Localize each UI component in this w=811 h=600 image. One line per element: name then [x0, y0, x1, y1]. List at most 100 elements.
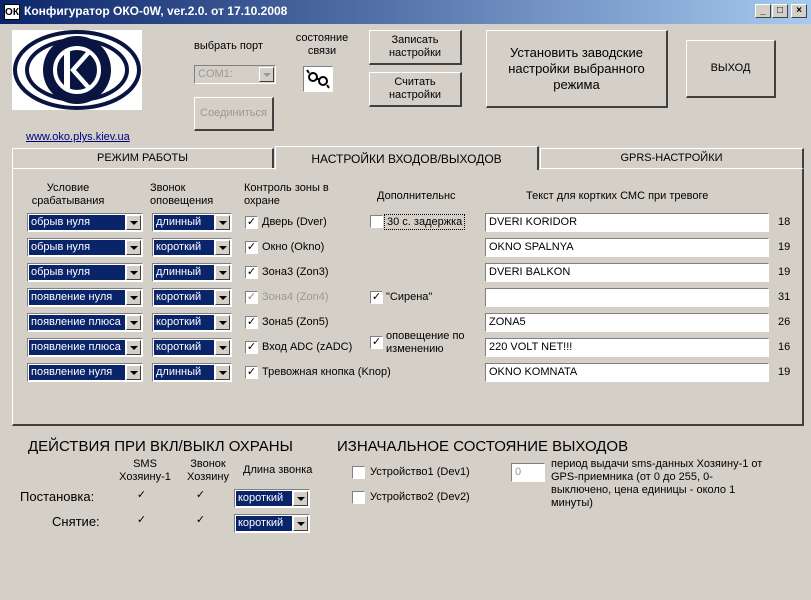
app-icon[interactable]: ОК	[4, 4, 20, 20]
condition-select[interactable]: обрыв нуля	[27, 238, 143, 257]
chevron-down-icon[interactable]	[215, 340, 230, 355]
arm-call-length-value: короткий	[236, 491, 292, 506]
condition-select-value: появление нуля	[29, 290, 125, 305]
zone-checkbox[interactable]	[245, 216, 258, 229]
zone-label: Зона4 (Zon4)	[262, 291, 329, 303]
sms-char-count: 16	[778, 341, 791, 353]
chevron-down-icon[interactable]	[215, 215, 230, 230]
minimize-button[interactable]: _	[755, 4, 771, 18]
header-extra: Дополнительнс	[377, 190, 456, 202]
condition-select-value: обрыв нуля	[29, 215, 125, 230]
maximize-button[interactable]: □	[772, 4, 788, 18]
factory-reset-button[interactable]: Установить заводские настройки выбранног…	[486, 30, 668, 108]
gps-period-input[interactable]: 0	[511, 463, 545, 482]
exit-button[interactable]: ВЫХОД	[686, 40, 776, 98]
sms-text-input[interactable]: OKNO KOMNATA	[485, 363, 769, 382]
chevron-down-icon[interactable]	[293, 491, 308, 506]
sms-text-input[interactable]	[485, 288, 769, 307]
chevron-down-icon[interactable]	[126, 290, 141, 305]
arm-sms-checkbox[interactable]	[135, 490, 148, 503]
sms-text-input[interactable]: 220 VOLT NET!!!	[485, 338, 769, 357]
condition-select[interactable]: появление нуля	[27, 288, 143, 307]
website-link[interactable]: www.oko.plys.kiev.ua	[26, 131, 130, 143]
header-zone: Контроль зоны в охране	[244, 182, 329, 207]
chevron-down-icon[interactable]	[126, 215, 141, 230]
zone-checkbox[interactable]	[245, 266, 258, 279]
arm-call-checkbox[interactable]	[194, 490, 207, 503]
call-select-value: короткий	[154, 290, 214, 305]
zone-label: Дверь (Dver)	[262, 216, 327, 228]
sms-char-count: 19	[778, 241, 791, 253]
sms-text-input[interactable]: ZONA5	[485, 313, 769, 332]
siren-checkbox[interactable]	[370, 291, 383, 304]
zone-checkbox[interactable]	[245, 341, 258, 354]
call-select-value: короткий	[154, 315, 214, 330]
disarm-sms-checkbox[interactable]	[135, 515, 148, 528]
tab-gprs[interactable]: GPRS-НАСТРОЙКИ	[540, 148, 804, 168]
zone-checkbox[interactable]	[245, 291, 258, 304]
notify-change-checkbox[interactable]	[370, 336, 383, 349]
device2-label: Устройство2 (Dev2)	[370, 491, 470, 503]
condition-select-value: обрыв нуля	[29, 240, 125, 255]
device1-checkbox[interactable]	[352, 466, 365, 479]
call-select[interactable]: короткий	[152, 338, 232, 357]
call-select[interactable]: короткий	[152, 313, 232, 332]
chevron-down-icon[interactable]	[293, 516, 308, 531]
device1-label: Устройство1 (Dev1)	[370, 466, 470, 478]
call-select[interactable]: короткий	[152, 288, 232, 307]
notify-change-label: оповещение по изменению	[386, 330, 465, 355]
sms-text-input[interactable]: DVERI KORIDOR	[485, 213, 769, 232]
close-button[interactable]: ×	[791, 4, 807, 18]
call-select[interactable]: длинный	[152, 363, 232, 382]
zone-checkbox[interactable]	[245, 366, 258, 379]
condition-select[interactable]: появление плюса	[27, 313, 143, 332]
arm-call-length-select[interactable]: короткий	[234, 489, 310, 508]
chevron-down-icon[interactable]	[126, 315, 141, 330]
device2-checkbox[interactable]	[352, 491, 365, 504]
zone-label: Тревожная кнопка (Knop)	[262, 366, 391, 378]
disarm-call-checkbox[interactable]	[194, 515, 207, 528]
sms-text-input[interactable]: DVERI BALKON	[485, 263, 769, 282]
chevron-down-icon[interactable]	[215, 290, 230, 305]
sms-char-count: 19	[778, 366, 791, 378]
chevron-down-icon[interactable]	[215, 365, 230, 380]
chevron-down-icon[interactable]	[215, 315, 230, 330]
delay-checkbox[interactable]	[370, 215, 383, 228]
call-select[interactable]: короткий	[152, 238, 232, 257]
chevron-down-icon[interactable]	[126, 340, 141, 355]
read-settings-button[interactable]: Считать настройки	[369, 72, 462, 107]
call-select[interactable]: длинный	[152, 213, 232, 232]
chevron-down-icon[interactable]	[215, 265, 230, 280]
port-select-value: COM1:	[196, 67, 258, 82]
write-settings-button[interactable]: Записать настройки	[369, 30, 462, 65]
tab-work-mode[interactable]: РЕЖИМ РАБОТЫ	[12, 148, 274, 168]
chevron-down-icon[interactable]	[126, 365, 141, 380]
chevron-down-icon[interactable]	[215, 240, 230, 255]
call-select-value: длинный	[154, 365, 214, 380]
port-select[interactable]: COM1:	[194, 65, 276, 84]
chevron-down-icon[interactable]	[259, 67, 274, 82]
chevron-down-icon[interactable]	[126, 265, 141, 280]
chevron-down-icon[interactable]	[126, 240, 141, 255]
condition-select[interactable]: обрыв нуля	[27, 263, 143, 282]
condition-select-value: появление плюса	[29, 340, 125, 355]
condition-select-value: обрыв нуля	[29, 265, 125, 280]
connection-status-label: состояние связи	[295, 32, 349, 57]
condition-select[interactable]: обрыв нуля	[27, 213, 143, 232]
header-sms-text: Текст для кортких СМС при тревоге	[526, 190, 709, 202]
connect-button[interactable]: Соединиться	[194, 97, 274, 131]
zone-label: Окно (Okno)	[262, 241, 325, 253]
call-select-value: короткий	[154, 240, 214, 255]
window-title: Конфигуратор ОКО-0W, ver.2.0. от 17.10.2…	[24, 4, 288, 18]
call-select-value: длинный	[154, 215, 214, 230]
sms-text-input[interactable]: OKNO SPALNYA	[485, 238, 769, 257]
call-select[interactable]: длинный	[152, 263, 232, 282]
condition-select[interactable]: появление нуля	[27, 363, 143, 382]
zone-checkbox[interactable]	[245, 316, 258, 329]
disarm-call-length-select[interactable]: короткий	[234, 514, 310, 533]
zone-checkbox[interactable]	[245, 241, 258, 254]
sms-char-count: 18	[778, 216, 791, 228]
arm-label: Постановка:	[20, 489, 95, 504]
tab-inputs-outputs[interactable]: НАСТРОЙКИ ВХОДОВ/ВЫХОДОВ	[275, 146, 539, 170]
condition-select[interactable]: появление плюса	[27, 338, 143, 357]
